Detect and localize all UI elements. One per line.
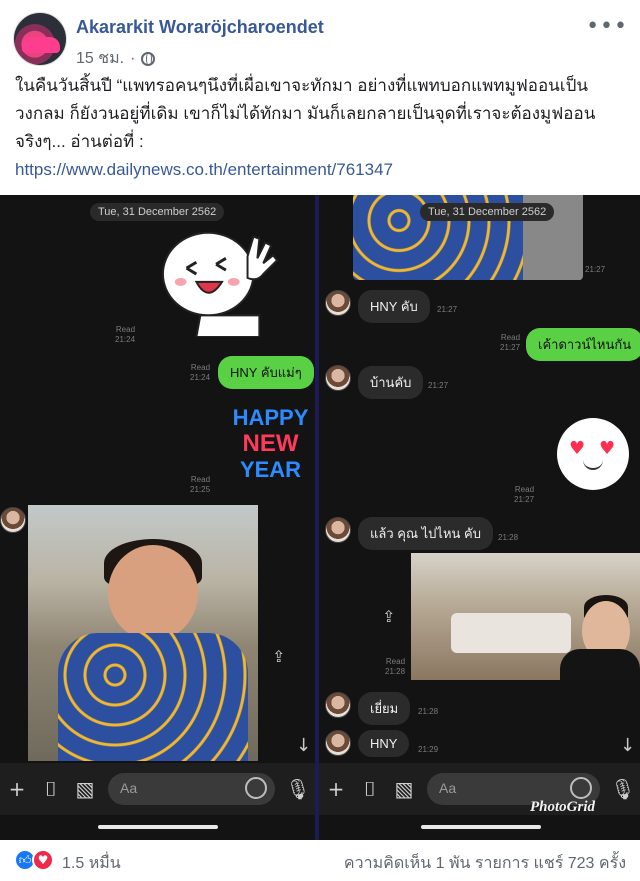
author-name[interactable]: Akararkit Woraröjcharoendet bbox=[76, 17, 324, 38]
photogrid-watermark: PhotoGrid bbox=[529, 799, 595, 815]
photo-group-dinner[interactable] bbox=[411, 553, 640, 680]
sender-avatar[interactable] bbox=[325, 692, 351, 718]
sender-avatar[interactable] bbox=[325, 730, 351, 756]
outgoing-message: HNY คับแม่ๆ bbox=[218, 356, 314, 389]
incoming-message: HNY คับ bbox=[358, 290, 430, 323]
message-time: 21:28 bbox=[418, 707, 439, 716]
read-receipt: Read 21:25 bbox=[190, 475, 211, 494]
post-footer: 👍︎ ♥ 1.5 หมื่น ความคิดเห็น 1 พัน รายการ … bbox=[0, 841, 640, 881]
camera-icon[interactable]: ⌷ bbox=[34, 777, 68, 801]
read-receipt: Read 21:27 bbox=[500, 333, 521, 352]
post-meta: 15 ชม. · bbox=[76, 46, 156, 71]
more-options-icon[interactable]: ••• bbox=[586, 14, 628, 39]
image-icon[interactable]: ▧ bbox=[387, 777, 421, 801]
share-icon[interactable]: ⇪ bbox=[382, 607, 395, 626]
heart-eyes-sticker-icon: ♥ ♥ bbox=[557, 418, 629, 490]
read-receipt: Read 21:24 bbox=[115, 325, 136, 344]
post-text: ในคืนวันสิ้นปี “แพทรอคนๆนึงที่เผื่อเขาจะ… bbox=[15, 76, 596, 151]
microphone-icon[interactable]: 🎙︎ bbox=[281, 777, 315, 801]
post-body: ในคืนวันสิ้นปี “แพทรอคนๆนึงที่เผื่อเขาจะ… bbox=[15, 72, 627, 184]
camera-icon[interactable]: ⌷ bbox=[353, 777, 387, 801]
home-indicator bbox=[421, 825, 541, 829]
author-avatar[interactable] bbox=[13, 12, 67, 66]
microphone-icon[interactable]: 🎙︎ bbox=[606, 777, 640, 801]
incoming-message: บ้านคับ bbox=[358, 366, 424, 399]
waving-sticker-icon bbox=[161, 231, 279, 337]
message-time: 21:28 bbox=[498, 533, 519, 542]
incoming-message: เยี่ยม bbox=[358, 692, 411, 725]
globe-icon[interactable] bbox=[141, 51, 156, 66]
chat-input-bar: + ⌷ ▧ Aa 🎙︎ bbox=[0, 763, 315, 815]
sender-avatar[interactable] bbox=[325, 290, 351, 316]
scroll-down-icon[interactable]: ↓ bbox=[296, 735, 311, 756]
message-time: 21:27 bbox=[428, 381, 449, 390]
message-time: 21:27 bbox=[437, 305, 458, 314]
plus-icon[interactable]: + bbox=[0, 777, 34, 801]
reactions-count[interactable]: 1.5 หมื่น bbox=[62, 851, 121, 876]
incoming-message: HNY bbox=[358, 730, 410, 757]
read-receipt: Read 21:24 bbox=[190, 363, 211, 382]
home-indicator bbox=[98, 825, 218, 829]
post-link[interactable]: https://www.dailynews.co.th/entertainmen… bbox=[15, 156, 627, 184]
sender-avatar[interactable] bbox=[325, 517, 351, 543]
photo-child[interactable] bbox=[28, 505, 258, 761]
incoming-message: แล้ว คุณ ไปไหน คับ bbox=[358, 517, 493, 550]
plus-icon[interactable]: + bbox=[319, 777, 353, 801]
date-label: Tue, 31 December 2562 bbox=[420, 203, 555, 221]
scroll-down-icon[interactable]: ↓ bbox=[620, 735, 635, 756]
comments-shares-stats[interactable]: ความคิดเห็น 1 พัน รายการ แชร์ 723 ครั้ง bbox=[344, 851, 626, 876]
post-time[interactable]: 15 ชม. bbox=[76, 46, 124, 71]
love-reaction-icon[interactable]: ♥ bbox=[32, 849, 54, 871]
happy-new-year-sticker: HAPPY NEW YEAR bbox=[232, 405, 309, 482]
message-input[interactable]: Aa bbox=[108, 773, 275, 805]
read-receipt: Read 21:28 bbox=[385, 657, 406, 676]
post-header: Akararkit Woraröjcharoendet 15 ชม. · ••• bbox=[0, 0, 640, 70]
sender-avatar[interactable] bbox=[0, 507, 26, 533]
read-receipt: Read 21:27 bbox=[514, 485, 535, 504]
emoji-icon[interactable] bbox=[570, 777, 592, 799]
chat-screenshot-image: Tue, 31 December 2562 Read 21:24 Read 21… bbox=[0, 195, 640, 840]
sender-avatar[interactable] bbox=[325, 365, 351, 391]
outgoing-message: เค้าดาวน์ไหนกัน bbox=[526, 328, 640, 361]
share-icon[interactable]: ⇪ bbox=[272, 647, 285, 666]
message-time: 21:29 bbox=[418, 745, 439, 754]
message-time: 21:27 bbox=[585, 265, 606, 274]
image-icon[interactable]: ▧ bbox=[68, 777, 102, 801]
image-divider bbox=[315, 195, 319, 840]
emoji-icon[interactable] bbox=[245, 777, 267, 799]
